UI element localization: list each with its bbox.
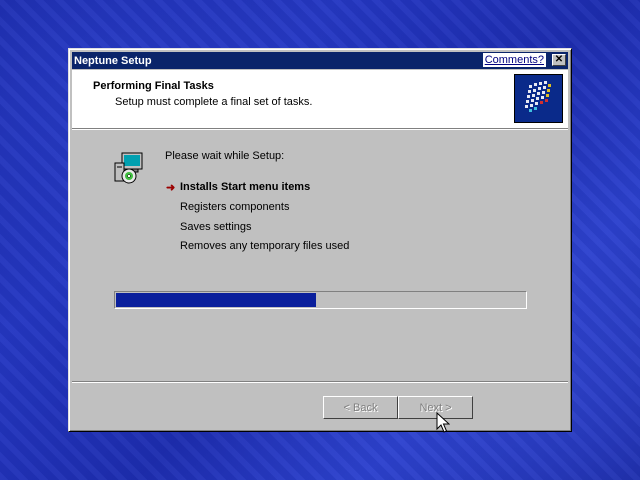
task-item: Removes any temporary files used [180,240,350,252]
setup-logo-icon [514,74,563,123]
header-divider [72,129,568,130]
task-item: Registers components [180,201,290,213]
wizard-header: Performing Final Tasks Setup must comple… [72,70,568,129]
mouse-pointer-icon [436,412,450,433]
window-title: Neptune Setup [74,54,152,67]
current-task-arrow-icon: ➜ [166,182,176,194]
close-button[interactable]: ✕ [552,54,566,66]
comments-link[interactable]: Comments? [482,53,546,67]
header-subtitle: Setup must complete a final set of tasks… [115,96,313,108]
header-title: Performing Final Tasks [93,80,214,92]
back-button[interactable]: < Back [323,396,398,419]
setup-computer-icon [113,151,147,185]
progress-fill [116,293,316,307]
progress-bar [114,291,527,309]
task-item: Saves settings [180,221,252,233]
footer-separator [72,381,568,383]
task-item: Installs Start menu items [180,181,311,193]
wait-message: Please wait while Setup: [165,150,285,162]
setup-window: Neptune Setup Comments? ✕ Performing Fin… [68,48,572,432]
title-bar[interactable]: Neptune Setup Comments? ✕ [72,52,568,69]
